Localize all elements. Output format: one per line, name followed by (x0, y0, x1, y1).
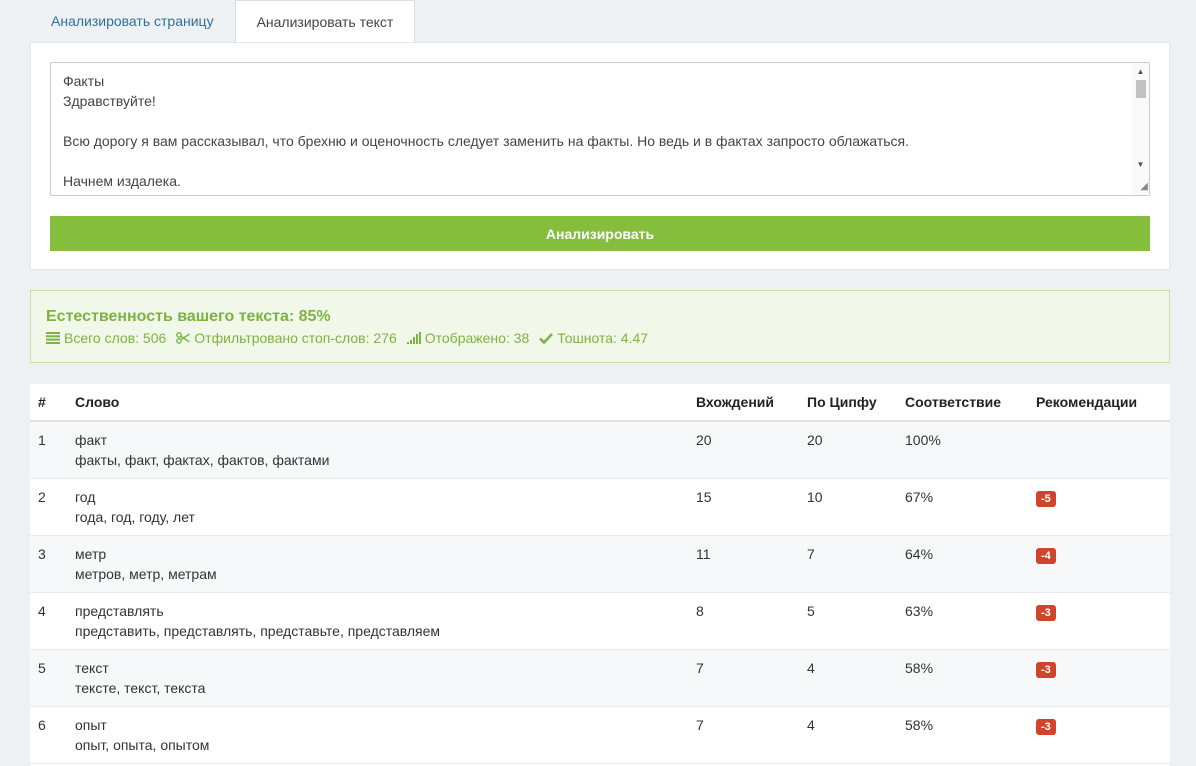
row-num: 1 (30, 421, 67, 479)
row-word: метр (75, 545, 107, 562)
row-num: 5 (30, 649, 67, 707)
stat-nausea: Тошнота: 4.47 (539, 330, 648, 346)
row-recommendation: -3 (1028, 649, 1170, 707)
header-occurrences[interactable]: Вхождений (688, 384, 799, 422)
stat-shown: Отображено: 38 (406, 330, 529, 346)
row-word-cell: факт факты, факт, фактах, фактов, фактами (67, 421, 688, 479)
row-word-cell: представлять представить, представлять, п… (67, 592, 688, 650)
row-word: опыт (75, 716, 107, 733)
row-recommendation: -4 (1028, 535, 1170, 593)
row-word-forms: метров, метр, метрам (75, 565, 217, 582)
row-word: год (75, 488, 96, 505)
row-occurrences: 20 (688, 421, 799, 479)
row-recommendation: -3 (1028, 592, 1170, 650)
row-num: 4 (30, 592, 67, 650)
text-input-content[interactable]: Факты Здравствуйте! Всю дорогу я вам рас… (63, 71, 1125, 191)
row-num: 3 (30, 535, 67, 593)
row-occurrences: 7 (688, 649, 799, 707)
row-zipf: 4 (799, 706, 897, 764)
row-occurrences: 7 (688, 706, 799, 764)
header-num[interactable]: # (30, 384, 67, 422)
row-zipf: 10 (799, 478, 897, 536)
row-occurrences: 15 (688, 478, 799, 536)
signal-bars-icon (406, 331, 421, 345)
row-zipf: 20 (799, 421, 897, 479)
row-match: 100% (897, 421, 1028, 479)
row-word-forms: тексте, текст, текста (75, 679, 206, 696)
table-header-row: # Слово Вхождений По Ципфу Соответствие … (30, 384, 1170, 422)
recommendation-badge: -3 (1036, 604, 1056, 621)
input-panel: Факты Здравствуйте! Всю дорогу я вам рас… (30, 42, 1170, 270)
row-match: 58% (897, 649, 1028, 707)
header-zipf[interactable]: По Ципфу (799, 384, 897, 422)
stat-total-words: Всего слов: 506 (46, 330, 166, 346)
row-num: 6 (30, 706, 67, 764)
row-recommendation: -5 (1028, 478, 1170, 536)
row-match: 64% (897, 535, 1028, 593)
table-row: 1 факт факты, факт, фактах, фактов, факта… (30, 421, 1170, 479)
row-zipf: 7 (799, 535, 897, 593)
text-input[interactable]: Факты Здравствуйте! Всю дорогу я вам рас… (50, 62, 1150, 196)
naturalness-title: Естественность вашего текста: 85% (46, 308, 331, 325)
table-row: 2 год года, год, году, лет 15 10 67% -5 (30, 478, 1170, 536)
row-word: текст (75, 659, 109, 676)
recommendation-badge: -3 (1036, 718, 1056, 735)
row-occurrences: 11 (688, 535, 799, 593)
table-row: 5 текст тексте, текст, текста 7 4 58% -3 (30, 649, 1170, 707)
row-word-forms: года, год, году, лет (75, 508, 195, 525)
check-icon (539, 331, 554, 345)
row-num: 2 (30, 478, 67, 536)
header-recommendations[interactable]: Рекомендации (1028, 384, 1170, 422)
row-match: 63% (897, 592, 1028, 650)
row-word-forms: представить, представлять, представьте, … (75, 622, 441, 639)
row-word-forms: факты, факт, фактах, фактов, фактами (75, 452, 330, 468)
row-recommendation: -3 (1028, 706, 1170, 764)
row-word-cell: год года, год, году, лет (67, 478, 688, 536)
row-occurrences: 8 (688, 592, 799, 650)
tab-bar: Анализировать страницу Анализировать тек… (30, 0, 416, 43)
row-match: 58% (897, 706, 1028, 764)
row-zipf: 5 (799, 592, 897, 650)
tab-analyze-text[interactable]: Анализировать текст (234, 0, 416, 43)
textarea-scrollbar[interactable]: ▲ ▼ (1132, 63, 1149, 195)
row-zipf: 4 (799, 649, 897, 707)
resize-grip-icon[interactable]: ◢ (1134, 180, 1148, 194)
table-row: 3 метр метров, метр, метрам 11 7 64% -4 (30, 535, 1170, 593)
analyze-button[interactable]: Анализировать (50, 216, 1150, 251)
recommendation-badge: -5 (1036, 490, 1056, 507)
scroll-down-arrow-icon[interactable]: ▼ (1132, 157, 1149, 171)
row-match: 67% (897, 478, 1028, 536)
scroll-thumb[interactable] (1136, 80, 1146, 98)
row-recommendation (1028, 421, 1170, 479)
recommendation-badge: -3 (1036, 661, 1056, 678)
row-word-forms: опыт, опыта, опытом (75, 736, 210, 753)
row-word-cell: текст тексте, текст, текста (67, 649, 688, 707)
word-frequency-table: # Слово Вхождений По Ципфу Соответствие … (30, 384, 1170, 764)
recommendation-badge: -4 (1036, 547, 1056, 564)
scroll-up-arrow-icon[interactable]: ▲ (1132, 64, 1149, 78)
header-match[interactable]: Соответствие (897, 384, 1028, 422)
row-word: факт (75, 432, 107, 448)
header-word[interactable]: Слово (67, 384, 688, 422)
analysis-summary: Естественность вашего текста: 85% Всего … (30, 290, 1170, 363)
summary-stats: Всего слов: 506 Отфильтровано стоп-слов:… (46, 330, 658, 346)
row-word-cell: опыт опыт, опыта, опытом (67, 706, 688, 764)
row-word-cell: метр метров, метр, метрам (67, 535, 688, 593)
word-frequency-table-wrap: # Слово Вхождений По Ципфу Соответствие … (30, 384, 1170, 766)
stat-filtered-stopwords: Отфильтровано стоп-слов: 276 (176, 330, 397, 346)
table-row: 6 опыт опыт, опыта, опытом 7 4 58% -3 (30, 706, 1170, 764)
row-word: представлять (75, 602, 164, 619)
list-icon (46, 331, 60, 345)
table-row: 4 представлять представить, представлять,… (30, 592, 1170, 650)
scissors-icon (176, 331, 191, 345)
tab-analyze-page[interactable]: Анализировать страницу (30, 0, 235, 42)
